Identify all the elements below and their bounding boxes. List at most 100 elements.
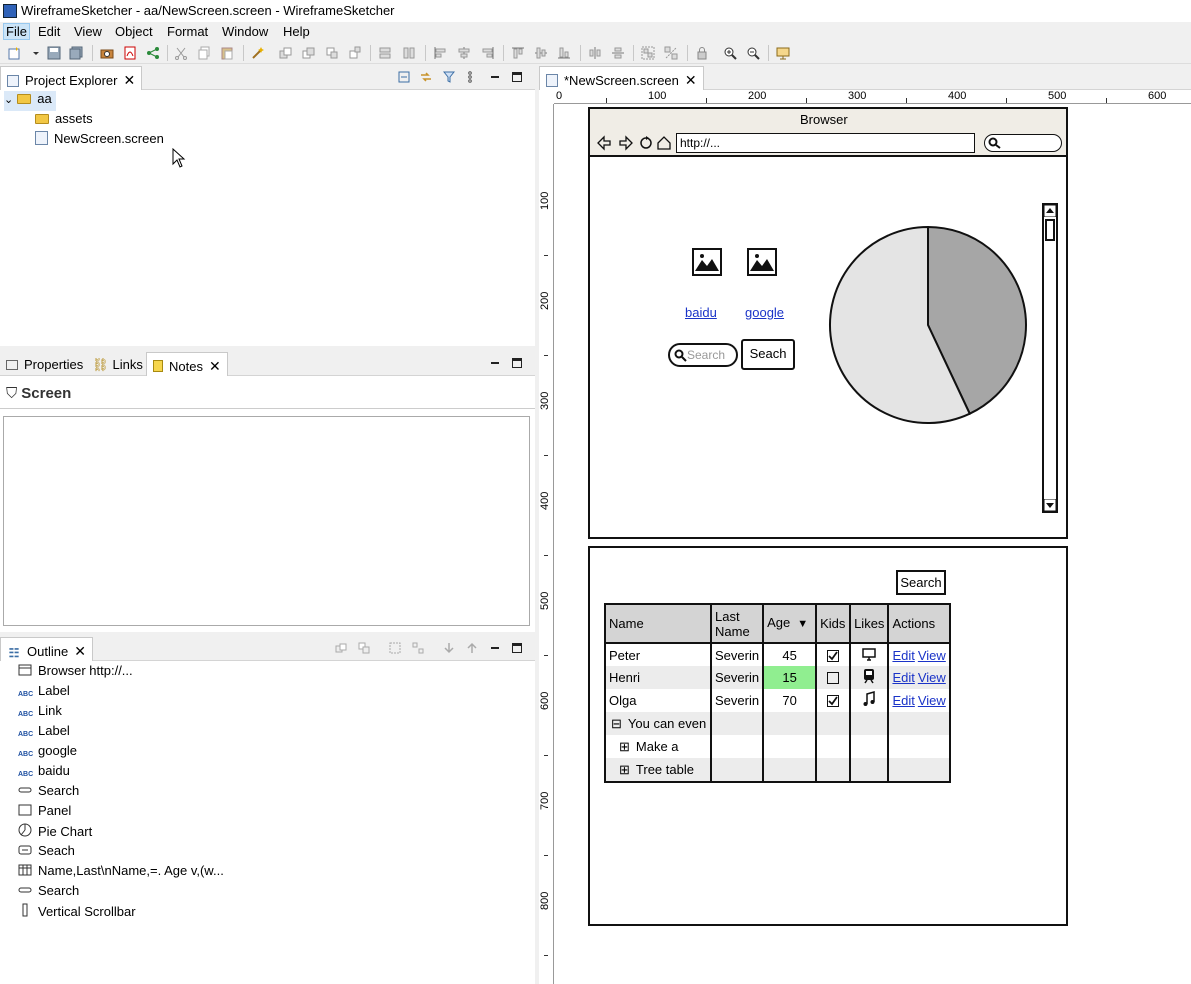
paste-icon[interactable] [220,46,234,60]
checkbox-checked[interactable] [827,695,840,707]
search-field[interactable]: Search [668,343,738,367]
align-top-icon[interactable] [511,46,525,60]
table-header[interactable]: Kids [816,605,852,644]
menu-file[interactable]: File [3,23,30,40]
close-icon[interactable]: ✕ [123,72,135,88]
seach-button[interactable]: Seach [741,339,795,370]
move-up-icon[interactable] [466,642,478,654]
close-icon[interactable]: ✕ [209,358,221,374]
align-middle-icon[interactable] [534,46,548,60]
new-icon[interactable] [7,46,21,60]
expand-icon[interactable]: ⊞ [619,762,630,777]
outline-item[interactable]: Search [18,883,79,903]
outline-item[interactable]: ABC baidu [18,763,70,783]
view-link[interactable]: View [918,648,946,663]
outline-item[interactable]: Seach [18,843,75,863]
menu-format[interactable]: Format [165,24,210,39]
send-backward-icon[interactable] [325,46,339,60]
menu-view[interactable]: View [72,24,104,39]
share-icon[interactable] [146,46,160,60]
collapse-all-icon[interactable] [398,71,410,83]
baidu-link[interactable]: baidu [685,305,717,320]
bring-front-icon[interactable] [335,642,347,654]
outline-item[interactable]: Pie Chart [18,823,92,843]
outline-item[interactable]: Vertical Scrollbar [18,903,136,923]
tree-item-aa[interactable]: ⌄ aa [4,91,56,111]
browser-search-field[interactable] [984,134,1062,152]
tree-table-row[interactable]: ⊞ Make a [606,735,949,758]
table-header[interactable]: Name [606,605,712,644]
save-all-icon[interactable] [69,46,83,60]
distribute-horizontal-icon[interactable] [588,46,602,60]
menu-window[interactable]: Window [220,24,270,39]
sort-descending-icon[interactable]: ▼ [794,618,808,630]
lock-icon[interactable] [695,46,709,60]
outline-item[interactable]: Search [18,783,79,803]
notes-textarea[interactable] [3,416,530,626]
maximize-icon[interactable] [511,71,523,83]
tab-properties[interactable]: Properties [0,352,89,376]
stack-horizontal-icon[interactable] [402,46,416,60]
view-link[interactable]: View [918,670,946,685]
align-bottom-icon[interactable] [557,46,571,60]
align-left-icon[interactable] [433,46,447,60]
tab-notes[interactable]: Notes ✕ [146,352,228,376]
ungroup-icon[interactable] [664,46,678,60]
edit-link[interactable]: Edit [892,670,914,685]
google-link[interactable]: google [745,305,784,320]
maximize-icon[interactable] [511,357,523,369]
edit-link[interactable]: Edit [892,648,914,663]
tab-links[interactable]: ⛓ Links [86,352,149,376]
menu-edit[interactable]: Edit [36,24,62,39]
new-dropdown-icon[interactable] [29,46,39,60]
table-header[interactable]: Actions [888,605,949,644]
camera-icon[interactable] [100,46,114,60]
stack-vertical-icon[interactable] [378,46,392,60]
close-icon[interactable]: ✕ [74,643,86,659]
table-row[interactable]: Henri Severin 15 Edit View [606,666,949,689]
scroll-up-icon[interactable] [1044,205,1056,217]
copy-icon[interactable] [197,46,211,60]
scroll-thumb[interactable] [1045,219,1055,241]
outline-item[interactable]: ABC Link [18,703,62,723]
save-icon[interactable] [47,46,61,60]
align-center-icon[interactable] [457,46,471,60]
pdf-icon[interactable] [123,46,137,60]
outline-item[interactable]: Name,Last\nName,=. Age v,(w... [18,863,224,883]
minimize-icon[interactable] [489,71,501,83]
zoom-in-icon[interactable] [723,46,737,60]
menu-help[interactable]: Help [281,24,312,39]
edit-link[interactable]: Edit [892,693,914,708]
view-menu-icon[interactable] [467,71,473,83]
cut-icon[interactable] [174,46,188,60]
bring-front-icon[interactable] [279,46,293,60]
scroll-down-icon[interactable] [1044,499,1056,511]
distribute-vertical-icon[interactable] [611,46,625,60]
outline-item[interactable]: ABC google [18,743,77,763]
outline-item[interactable]: Panel [18,803,71,823]
maximize-icon[interactable] [511,642,523,654]
magic-wand-icon[interactable] [251,46,265,60]
table-row[interactable]: Peter Severin 45 Edit View [606,643,949,666]
table-header[interactable]: Likes [850,605,890,644]
filter-icon[interactable] [442,71,456,83]
expand-icon[interactable]: ⊞ [619,739,630,754]
send-back-icon[interactable] [348,46,362,60]
view-link[interactable]: View [918,693,946,708]
outline-item[interactable]: Browser http://... [18,663,133,683]
zoom-out-icon[interactable] [746,46,760,60]
group-icon[interactable] [641,46,655,60]
browser-sketch[interactable]: Browser http://... baidu google Search S… [588,107,1068,539]
table-row[interactable]: Olga Severin 70 Edit View [606,689,949,712]
chevron-down-icon[interactable]: ⌄ [4,94,13,106]
preview-icon[interactable] [776,46,790,60]
tab-newscreen[interactable]: *NewScreen.screen ✕ [539,66,704,90]
checkbox-checked[interactable] [827,649,840,662]
tab-project-explorer[interactable]: Project Explorer ✕ [0,66,143,90]
tree-item-assets[interactable]: assets [35,111,93,131]
align-right-icon[interactable] [481,46,495,60]
bring-forward-icon[interactable] [302,46,316,60]
search-button[interactable]: Search [896,570,946,595]
outline-item[interactable]: ABC Label [18,723,70,743]
move-down-icon[interactable] [443,642,455,654]
